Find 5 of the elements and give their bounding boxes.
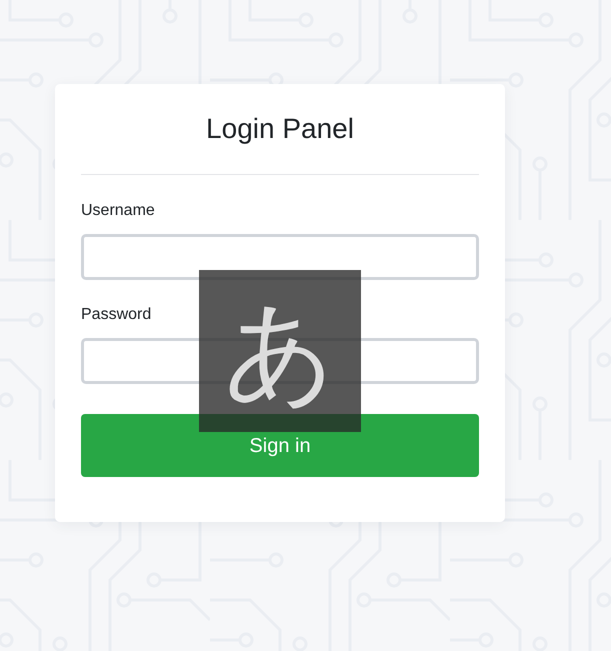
input-field[interactable]	[81, 234, 479, 280]
field-label: Password	[81, 305, 152, 325]
ime-indicator: あ	[199, 270, 361, 432]
panel-title: Login Panel	[205, 112, 355, 146]
field-label: Username	[81, 201, 155, 221]
